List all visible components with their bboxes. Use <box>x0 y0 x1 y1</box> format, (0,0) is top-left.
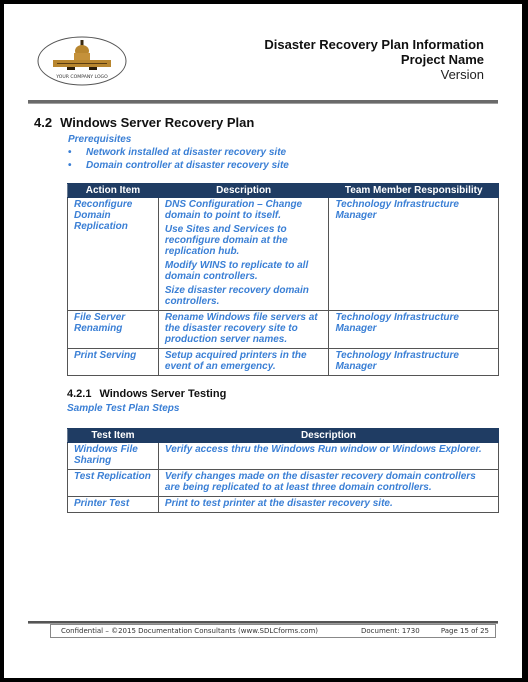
project-name: Project Name <box>400 52 484 67</box>
table-header-row: Test Item Description <box>67 428 500 443</box>
column-header-action-item: Action Item <box>67 183 159 198</box>
document-title: Disaster Recovery Plan Information <box>264 37 484 52</box>
list-item: • Network installed at disaster recovery … <box>68 147 287 158</box>
document-footer: Confidential – ©2015 Documentation Consu… <box>50 624 496 638</box>
table-row: File Server Renaming Rename Windows file… <box>67 310 499 349</box>
svg-text:YOUR COMPANY LOGO: YOUR COMPANY LOGO <box>55 74 108 80</box>
test-item-cell: Printer Test <box>67 496 159 513</box>
version-label: Version <box>440 67 484 82</box>
description-cell: Setup acquired printers in the event of … <box>157 348 330 376</box>
description-cell: DNS Configuration – Change domain to poi… <box>157 197 330 311</box>
document-header: Disaster Recovery Plan Information Proje… <box>264 37 484 82</box>
table-row: Test Replication Verify changes made on … <box>67 469 500 497</box>
description-cell: Verify access thru the Windows Run windo… <box>157 442 500 470</box>
responsibility-cell: Technology Infrastructure Manager <box>328 348 499 376</box>
prerequisites-title: Prerequisites <box>68 134 132 145</box>
table-header-row: Action Item Description Team Member Resp… <box>67 183 499 198</box>
page-number: Page 15 of 25 <box>440 627 489 635</box>
column-header-description: Description <box>157 428 500 443</box>
company-logo: YOUR COMPANY LOGO <box>37 36 127 86</box>
bullet-icon: • <box>68 147 72 158</box>
prerequisites-list: • Network installed at disaster recovery … <box>68 146 289 172</box>
action-item-cell: Print Serving <box>67 348 159 376</box>
document-number: Document: 1730 <box>361 627 420 635</box>
table-row: Windows File Sharing Verify access thru … <box>67 442 500 470</box>
table-row: Reconfigure Domain Replication DNS Confi… <box>67 197 499 311</box>
test-item-cell: Test Replication <box>67 469 159 497</box>
section-number: 4.2 <box>34 115 53 130</box>
confidential-notice: Confidential – ©2015 Documentation Consu… <box>61 627 319 635</box>
description-cell: Rename Windows file servers at the disas… <box>157 310 330 349</box>
test-plan-table: Test Item Description Windows File Shari… <box>67 428 500 513</box>
column-header-description: Description <box>157 183 330 198</box>
recovery-plan-table: Action Item Description Team Member Resp… <box>67 183 499 376</box>
action-item-cell: File Server Renaming <box>67 310 159 349</box>
subsection-heading: 4.2.1 Windows Server Testing <box>67 388 226 400</box>
subsection-caption: Sample Test Plan Steps <box>67 403 180 414</box>
action-item-cell: Reconfigure Domain Replication <box>67 197 159 311</box>
test-item-cell: Windows File Sharing <box>67 442 159 470</box>
subsection-title: Windows Server Testing <box>99 388 227 400</box>
list-item: • Domain controller at disaster recovery … <box>68 160 289 171</box>
bullet-icon: • <box>68 160 72 171</box>
table-row: Print Serving Setup acquired printers in… <box>67 348 499 376</box>
description-cell: Verify changes made on the disaster reco… <box>157 469 500 497</box>
document-page: YOUR COMPANY LOGO Disaster Recovery Plan… <box>4 4 522 678</box>
section-title: Windows Server Recovery Plan <box>60 115 255 130</box>
column-header-test-item: Test Item <box>67 428 159 443</box>
section-heading: 4.2 Windows Server Recovery Plan <box>34 115 254 130</box>
column-header-responsibility: Team Member Responsibility <box>328 183 499 198</box>
subsection-number: 4.2.1 <box>67 388 92 400</box>
responsibility-cell: Technology Infrastructure Manager <box>328 310 499 349</box>
header-divider <box>28 100 498 104</box>
responsibility-cell: Technology Infrastructure Manager <box>328 197 499 311</box>
table-row: Printer Test Print to test printer at th… <box>67 496 500 513</box>
description-cell: Print to test printer at the disaster re… <box>157 496 500 513</box>
